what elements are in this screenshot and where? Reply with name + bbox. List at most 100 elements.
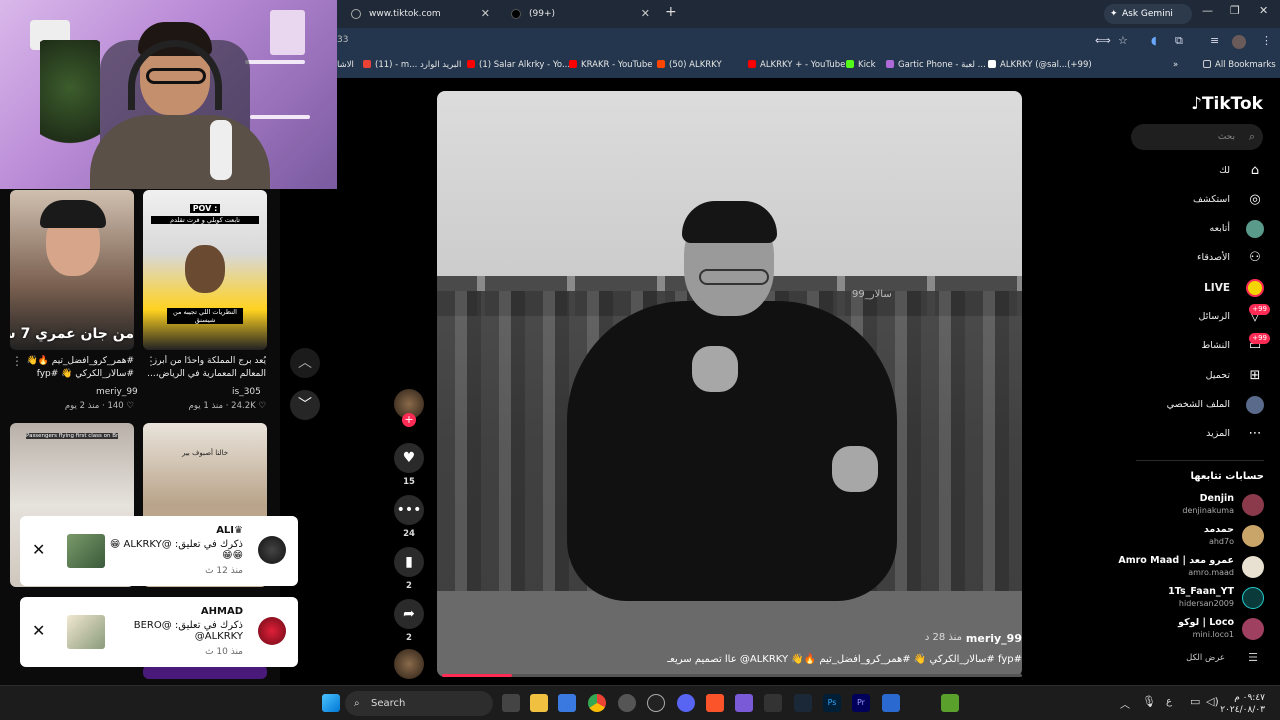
grid-thumbnail-6[interactable] [143, 665, 267, 679]
media-icon[interactable]: ◖ [1151, 34, 1157, 47]
bookmarks-overflow-button[interactable]: » [1173, 60, 1178, 70]
translate-icon[interactable]: ⟺ [1095, 34, 1111, 47]
scroll-down-button[interactable]: ﹀ [290, 390, 320, 420]
share-icon[interactable]: ➦ [394, 599, 424, 629]
scroll-up-button[interactable]: ︿ [290, 348, 320, 378]
app-icon[interactable] [882, 694, 900, 712]
taskbar-search[interactable]: ⌕ Search [345, 691, 493, 716]
bookmark-item[interactable]: ALKRKY (@sal...(+99) [988, 60, 1092, 70]
system-clock[interactable]: ٠٩:٤٧ م ٢٠٢٤/٠٨/٠٣ [1220, 692, 1265, 716]
close-icon[interactable]: ✕ [641, 3, 650, 25]
extensions-icon[interactable]: ⧉ [1175, 34, 1183, 48]
nav-live[interactable]: LIVE [1134, 277, 1264, 299]
ask-gemini-button[interactable]: ✦ Ask Gemini [1104, 4, 1192, 24]
bookmark-label: (50) ALKRKY [669, 60, 722, 70]
grid-caption-2[interactable]: يُعد برج المملكة واحدًا من أبرز المعالم … [144, 355, 266, 383]
display-icon[interactable]: ▭ [1190, 695, 1200, 708]
close-icon[interactable]: ✕ [481, 3, 490, 25]
premiere-icon[interactable]: Pr [852, 694, 870, 712]
chrome-icon[interactable] [588, 694, 606, 712]
obs-icon[interactable] [647, 694, 665, 712]
bookmark-item[interactable]: KRAKR - YouTube [569, 60, 652, 70]
see-all-link[interactable]: عرض الكل [1186, 653, 1225, 663]
close-window-button[interactable]: ✕ [1259, 4, 1268, 17]
grid-thumbnail-1[interactable]: من جان عمري 7 سنين [10, 190, 134, 350]
profile-avatar[interactable] [1232, 35, 1246, 49]
following-account[interactable]: حمدمد ahd7o [1064, 523, 1264, 553]
language-icon[interactable]: ع [1166, 696, 1172, 707]
star-icon[interactable]: ☆ [1118, 34, 1128, 47]
nav-explore[interactable]: ◎ استكشف [1134, 189, 1264, 211]
bookmark-icon[interactable]: ▮ [394, 547, 424, 577]
notification-card-1[interactable]: ✕ ♛ALI ذكرك في تعليق: @ALKRKY 😁 😁😁 منذ 1… [20, 516, 298, 586]
nav-profile[interactable]: الملف الشخصي [1134, 394, 1264, 416]
search-input[interactable]: بحث ⌕ [1131, 124, 1263, 150]
new-tab-button[interactable]: + [665, 4, 677, 20]
bookmark-item[interactable]: Kick [846, 60, 876, 70]
windows-start-icon[interactable] [322, 694, 340, 712]
reading-list-icon[interactable]: ≡ [1210, 34, 1219, 47]
nav-activity[interactable]: ▭ 99+ النشاط [1134, 333, 1270, 357]
comment-action[interactable]: ••• 24 [394, 495, 424, 539]
minimize-button[interactable]: — [1202, 4, 1213, 17]
app-icon[interactable] [618, 694, 636, 712]
more-icon[interactable]: ⋮ [11, 354, 23, 368]
save-action[interactable]: ▮ 2 [394, 547, 424, 591]
heart-icon[interactable]: ♥ [394, 443, 424, 473]
nav-friends[interactable]: ⚇ الأصدقاء [1134, 247, 1264, 269]
microphone-icon[interactable]: 🎙 [1142, 695, 1156, 708]
menu-icon[interactable]: ⋮ [1261, 34, 1272, 47]
brave-icon[interactable] [706, 694, 724, 712]
grid-author-2[interactable]: is_305 [232, 387, 261, 397]
bookmark-item[interactable]: (11) - m... البريد الوارد [363, 60, 461, 70]
bookmark-item[interactable]: الاشا [337, 60, 354, 70]
discord-icon[interactable] [677, 694, 695, 712]
video-player[interactable]: سالار_99 meriy_99 منذ 28 د #fyp #سالار_ا… [437, 91, 1022, 677]
tab-tiktok-notifications[interactable]: (99+) ✕ [503, 3, 658, 25]
close-icon[interactable]: ✕ [32, 540, 45, 559]
grid-author-1[interactable]: meriy_99 [96, 387, 138, 397]
restore-button[interactable]: ❐ [1230, 4, 1240, 17]
chevron-up-icon[interactable]: ︿ [1120, 696, 1130, 711]
tiktok-logo[interactable]: ♪TikTok [1191, 94, 1263, 114]
video-progress-bar[interactable] [442, 674, 1022, 677]
bookmark-item[interactable]: ALKRKY + - YouTube [748, 60, 845, 70]
following-account[interactable]: لوكو | Loco mini.loco1 [1064, 616, 1264, 646]
url-field[interactable]: 33 [337, 35, 348, 45]
share-action[interactable]: ➦ 2 [394, 599, 424, 643]
grid-thumbnail-2[interactable]: POV : تابعت كوبلي و فرت تقلدم النظريات ا… [143, 190, 267, 350]
capcut-icon[interactable] [764, 694, 782, 712]
following-account[interactable]: Denjin denjinakuma [1064, 492, 1264, 522]
tab-tiktok-web[interactable]: www.tiktok.com ✕ [343, 3, 498, 25]
sound-disc[interactable] [394, 649, 424, 679]
steam-icon[interactable] [794, 694, 812, 712]
following-account[interactable]: 1Ts_Faan_YT hidersan2009 [1064, 585, 1264, 615]
task-view-icon[interactable] [502, 694, 520, 712]
file-explorer-icon[interactable] [530, 694, 548, 712]
close-icon[interactable]: ✕ [32, 621, 45, 640]
nav-more[interactable]: ⋯ المزيد [1134, 423, 1264, 445]
store-icon[interactable] [558, 694, 576, 712]
more-icon[interactable]: ⋮ [145, 354, 157, 368]
notification-card-2[interactable]: ✕ AHMAD ذكرك في تعليق: @BERO @ALKRKY منذ… [20, 597, 298, 667]
bookmark-item[interactable]: Gartic Phone - لعبة ... [886, 60, 986, 70]
bookmark-item[interactable]: (1) Salar Alkrky - Yo... [467, 60, 570, 70]
comment-icon[interactable]: ••• [394, 495, 424, 525]
minecraft-icon[interactable] [941, 694, 959, 712]
app-icon[interactable] [735, 694, 753, 712]
avatar [1242, 494, 1264, 516]
nav-messages[interactable]: ▽ 99+ الرسائل [1134, 304, 1270, 328]
nav-following[interactable]: أتابعه [1134, 218, 1264, 240]
bookmark-item[interactable]: (50) ALKRKY [657, 60, 722, 70]
following-account[interactable]: Amro Maad | عمرو معد amro.maad [1064, 554, 1264, 584]
nav-for-you[interactable]: ⌂ لك [1134, 160, 1264, 182]
volume-icon[interactable]: ◁) [1206, 695, 1219, 708]
nav-upload[interactable]: ⊞ تحميل [1134, 365, 1264, 387]
follow-button[interactable]: + [402, 413, 416, 427]
like-action[interactable]: ♥ 15 [394, 443, 424, 487]
all-bookmarks-button[interactable]: All Bookmarks [1203, 60, 1276, 70]
search-icon[interactable]: ⌕ [1249, 124, 1255, 150]
video-author[interactable]: meriy_99 [966, 632, 1022, 645]
photoshop-icon[interactable]: Ps [823, 694, 841, 712]
grid-caption-1[interactable]: #همر_كرو_افضل_تيم 🔥👋 #سالار_الكركي 👋 #fy… [12, 355, 134, 383]
